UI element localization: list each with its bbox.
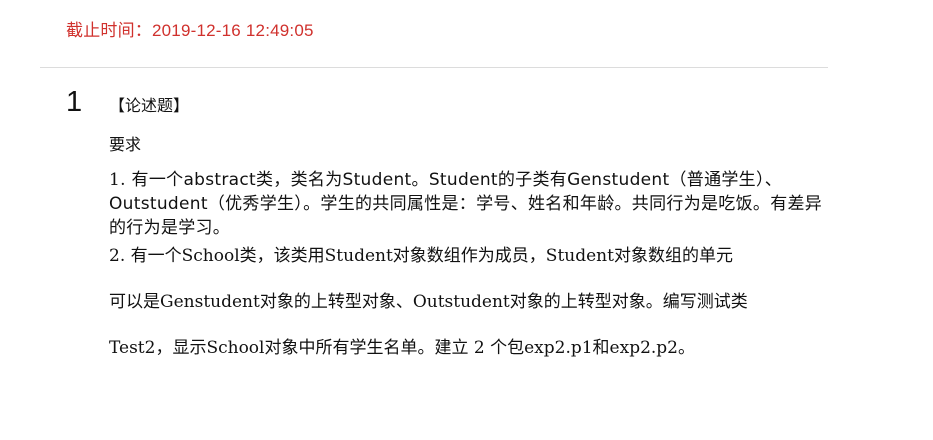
requirement-item-2-line-2: 可以是Genstudent对象的上转型对象、Outstudent对象的上转型对象… bbox=[109, 292, 748, 312]
item1-mid2: 。 bbox=[411, 170, 429, 190]
divider bbox=[40, 67, 828, 68]
requirement-item-2-line-3: Test2，显示School对象中所有学生名单。建立 2 个包exp2.p1和e… bbox=[109, 338, 695, 358]
item1-abstract: abstract bbox=[183, 170, 256, 190]
question-body: 要求 1. 有一个abstract类，类名为Student。Student的子类… bbox=[109, 130, 824, 360]
item1-mid3: 的子类有 bbox=[497, 170, 568, 190]
item1-prefix: 1. 有一个 bbox=[109, 170, 184, 190]
item1-outstudent: Outstudent bbox=[109, 194, 208, 214]
item1-genstudent: Genstudent bbox=[567, 170, 670, 190]
item1-rest: （优秀学生）。学生的共同属性是：学号、姓名和年龄。共同行为是吃饭。有差异的行为是… bbox=[109, 194, 823, 238]
question-number: 1 bbox=[66, 86, 83, 118]
requirement-label: 要求 bbox=[109, 135, 142, 154]
requirement-item-2-line-1: 2. 有一个School类，该类用Student对象数组作为成员，Student… bbox=[109, 246, 733, 266]
item1-student1: Student bbox=[342, 170, 412, 190]
deadline-text: 截止时间：2019-12-16 12:49:05 bbox=[66, 21, 314, 40]
item1-mid4: （普通学生）、 bbox=[669, 170, 783, 190]
item1-mid1: 类，类名为 bbox=[256, 170, 343, 190]
question-type: 【论述题】 bbox=[109, 96, 190, 115]
item1-student2: Student bbox=[428, 170, 498, 190]
requirement-item-1: 1. 有一个abstract类，类名为Student。Student的子类有Ge… bbox=[109, 168, 824, 240]
